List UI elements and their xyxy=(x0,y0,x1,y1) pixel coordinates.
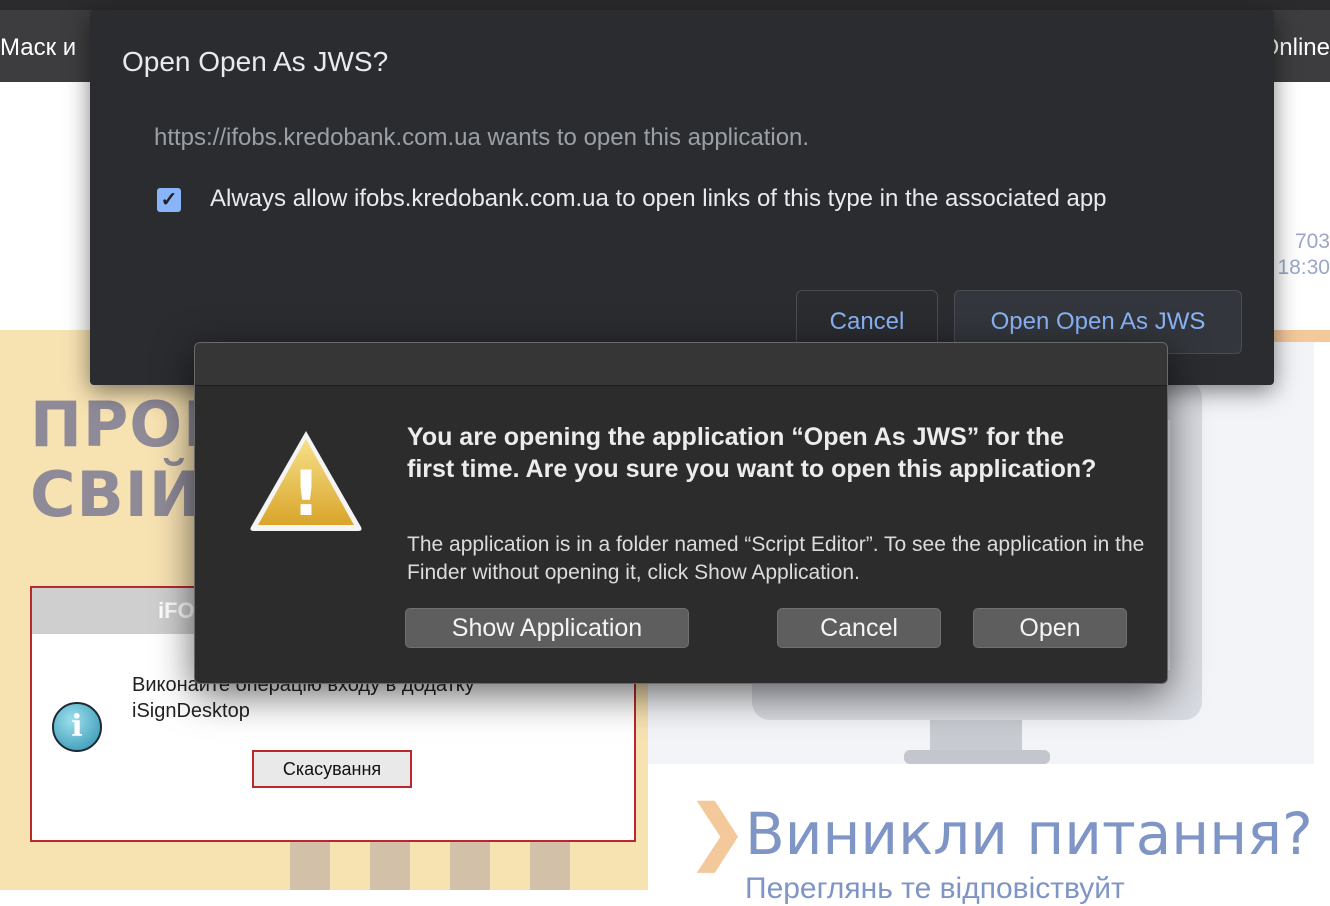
dialog-body-text: The application is in a folder named “Sc… xyxy=(407,533,1145,584)
always-allow-checkbox[interactable]: ✓ xyxy=(157,188,181,212)
dialog-title: Open Open As JWS? xyxy=(122,46,389,77)
browser-top-strip xyxy=(0,0,1330,10)
info-icon: i xyxy=(52,702,102,752)
dialog-titlebar[interactable] xyxy=(195,343,1167,386)
ifobs-cancel-button[interactable]: Скасування xyxy=(252,750,412,788)
always-allow-label[interactable]: Always allow ifobs.kredobank.com.ua to o… xyxy=(210,185,1107,213)
ifobs-dialog-title: iFO xyxy=(158,598,195,623)
contact-info-hours: 18:30 xyxy=(1277,256,1330,279)
dialog-origin-text: https://ifobs.kredobank.com.ua wants to … xyxy=(154,124,810,151)
open-app-permission-dialog: Open Open As JWS? https://ifobs.kredoban… xyxy=(90,10,1274,385)
gatekeeper-warning-dialog: ! You are opening the application “Open … xyxy=(194,342,1168,684)
questions-heading: Виникли питання? xyxy=(745,800,1313,868)
chevron-right-icon: ❯ xyxy=(688,792,747,870)
warning-triangle-icon: ! xyxy=(250,431,362,531)
monitor-base-illustration xyxy=(904,750,1050,764)
dialog-heading: You are opening the application “Open As… xyxy=(407,423,1097,483)
open-button[interactable]: Open xyxy=(973,608,1127,648)
show-application-button[interactable]: Show Application xyxy=(405,608,689,648)
warning-exclamation-glyph: ! xyxy=(292,457,320,530)
nav-item-left[interactable]: Маск и xyxy=(0,34,76,62)
monitor-stand-illustration xyxy=(930,720,1022,752)
questions-subheading: Переглянь те відповіствуйт xyxy=(745,872,1125,905)
decorative-stripes xyxy=(290,840,590,890)
contact-info-phone: 703 xyxy=(1294,230,1330,253)
cancel-button[interactable]: Cancel xyxy=(777,608,941,648)
